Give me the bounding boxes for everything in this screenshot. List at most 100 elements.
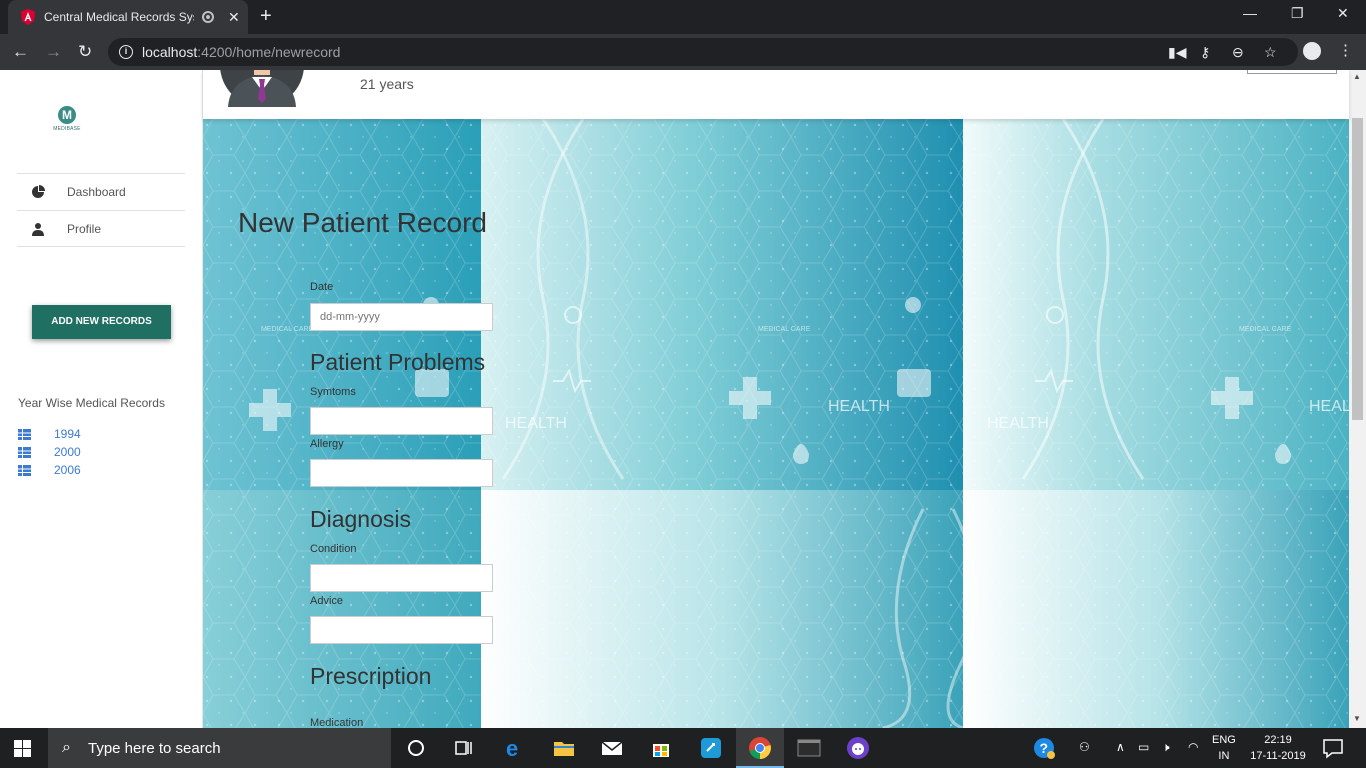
terminal-icon[interactable] — [797, 736, 821, 760]
show-hidden-icons-icon[interactable]: ∧ — [1116, 740, 1125, 754]
edge-icon[interactable]: e — [503, 736, 527, 760]
sidebar-item-dashboard[interactable]: Dashboard — [17, 173, 185, 210]
profile-avatar-icon[interactable] — [1303, 42, 1321, 60]
symptoms-input[interactable] — [310, 407, 493, 435]
logo-mark: M — [58, 106, 76, 124]
people-icon[interactable]: ⚇ — [1079, 740, 1090, 754]
scroll-up-icon[interactable]: ▲ — [1353, 72, 1361, 81]
logo-text: MEDIBASE — [53, 126, 81, 132]
patient-header: 21 years — [203, 70, 1349, 119]
background-medical-care-text: MEDICAL CARE — [758, 326, 811, 333]
year-link-2000[interactable]: 2000 — [18, 443, 81, 461]
search-placeholder: Type here to search — [88, 740, 221, 757]
table-icon — [18, 428, 31, 440]
add-new-records-button[interactable]: ADD NEW RECORDS — [32, 305, 171, 339]
scroll-thumb[interactable] — [1352, 118, 1363, 420]
advice-input[interactable] — [310, 616, 493, 644]
patient-age: 21 years — [360, 76, 414, 92]
condition-label: Condition — [310, 543, 357, 555]
year-label: 2006 — [54, 463, 81, 477]
recording-icon — [202, 11, 214, 23]
store-icon[interactable] — [649, 736, 673, 760]
forward-button[interactable]: → — [45, 42, 62, 62]
url-text[interactable]: localhost:4200/home/newrecord — [142, 44, 340, 60]
github-desktop-icon[interactable] — [846, 736, 870, 760]
info-icon[interactable]: i — [119, 45, 133, 59]
patient-avatar — [220, 70, 304, 107]
page-title: New Patient Record — [238, 207, 488, 238]
restore-button[interactable]: ❐ — [1291, 5, 1304, 22]
diagnosis-heading: Diagnosis — [310, 506, 411, 532]
sidebar-item-profile[interactable]: Profile — [17, 210, 185, 247]
year-wise-heading: Year Wise Medical Records — [18, 396, 165, 410]
page: M MEDIBASE Dashboard Profile ADD NEW REC… — [0, 70, 1366, 728]
date-input[interactable] — [310, 303, 493, 331]
table-icon — [18, 464, 31, 476]
cortana-icon[interactable] — [404, 736, 428, 760]
mail-icon[interactable] — [600, 736, 624, 760]
sidebar-item-label: Dashboard — [67, 185, 126, 199]
tab-title: Central Medical Records Syst — [44, 10, 194, 24]
svg-text:e: e — [506, 736, 518, 760]
scroll-down-icon[interactable]: ▼ — [1353, 714, 1361, 723]
allergy-label: Allergy — [310, 438, 344, 450]
task-view-icon[interactable] — [452, 736, 476, 760]
wifi-icon[interactable]: ◠ — [1188, 740, 1198, 754]
language-indicator[interactable]: ENG IN — [1212, 732, 1236, 764]
clock-date: 17-11-2019 — [1250, 750, 1306, 762]
region-code: IN — [1218, 750, 1230, 762]
background-medical-care-text: MEDICAL CARE — [1239, 326, 1292, 333]
main-content: 21 years HEALTH HEALTH HEALTH HEAL MEDIC… — [203, 70, 1349, 728]
battery-icon[interactable]: ▭ — [1138, 740, 1149, 754]
language-code: ENG — [1212, 734, 1236, 746]
reload-button[interactable]: ↻ — [78, 42, 92, 62]
header-action-button[interactable] — [1247, 70, 1337, 74]
close-window-button[interactable]: ✕ — [1337, 5, 1349, 22]
key-icon[interactable]: ⚷ — [1200, 44, 1210, 61]
file-explorer-icon[interactable] — [552, 736, 576, 760]
bookmark-star-icon[interactable]: ☆ — [1264, 44, 1277, 61]
help-icon[interactable]: ? — [1032, 736, 1056, 760]
sidebar-nav: Dashboard Profile — [17, 173, 185, 247]
background-health-text: HEALTH — [987, 415, 1049, 432]
close-tab-icon[interactable]: ✕ — [228, 9, 240, 26]
angular-icon — [21, 9, 35, 25]
year-link-2006[interactable]: 2006 — [18, 461, 81, 479]
zoom-icon[interactable]: ⊖ — [1232, 44, 1244, 61]
address-bar[interactable]: i localhost:4200/home/newrecord ▮◀ ⚷ ⊖ ☆ — [108, 38, 1298, 66]
svg-text:?: ? — [1040, 740, 1049, 756]
sidebar-item-label: Profile — [67, 221, 102, 236]
pie-chart-icon — [32, 185, 45, 198]
page-scrollbar[interactable]: ▲ ▼ — [1349, 70, 1366, 728]
camera-icon[interactable]: ▮◀ — [1168, 44, 1186, 61]
logo[interactable]: M MEDIBASE — [52, 106, 82, 136]
new-tab-button[interactable]: + — [260, 6, 272, 26]
advice-label: Advice — [310, 595, 344, 607]
medical-background: HEALTH HEALTH HEALTH HEALTH MEDICAL CARE… — [203, 119, 1349, 728]
windows-taskbar: ⌕ Type here to search e ? ⚇ ∧ ▭ 🕨 ◠ ENG … — [0, 728, 1366, 768]
menu-dots-icon[interactable]: ⋮ — [1338, 42, 1353, 60]
date-label: Date — [310, 281, 334, 293]
notifications-icon[interactable] — [1321, 736, 1345, 760]
symptoms-label: Symtoms — [310, 386, 356, 398]
browser-tab[interactable]: Central Medical Records Syst ✕ — [8, 0, 248, 34]
allergy-input[interactable] — [310, 459, 493, 487]
patient-problems-heading: Patient Problems — [310, 349, 486, 375]
medication-label: Medication — [310, 717, 364, 728]
minimize-button[interactable]: — — [1243, 5, 1257, 21]
system-clock[interactable]: 22:19 17-11-2019 — [1249, 732, 1307, 764]
browser-titlebar: Central Medical Records Syst ✕ + — ❐ ✕ — [0, 0, 1366, 34]
taskbar-search[interactable]: ⌕ Type here to search — [48, 728, 391, 768]
sync-app-icon[interactable] — [699, 736, 723, 760]
prescription-heading: Prescription — [310, 663, 432, 689]
condition-input[interactable] — [310, 564, 493, 592]
background-medical-care-text: MEDICAL CARE — [261, 326, 314, 333]
volume-mute-icon[interactable]: 🕨 — [1162, 740, 1170, 755]
sidebar: M MEDIBASE Dashboard Profile ADD NEW REC… — [0, 70, 203, 728]
year-link-1994[interactable]: 1994 — [18, 425, 81, 443]
windows-start-icon[interactable] — [14, 740, 31, 757]
background-health-text: HEALTH — [1309, 398, 1349, 415]
back-button[interactable]: ← — [12, 42, 29, 62]
year-list: 1994 2000 2006 — [18, 425, 81, 479]
chrome-icon[interactable] — [748, 736, 772, 760]
